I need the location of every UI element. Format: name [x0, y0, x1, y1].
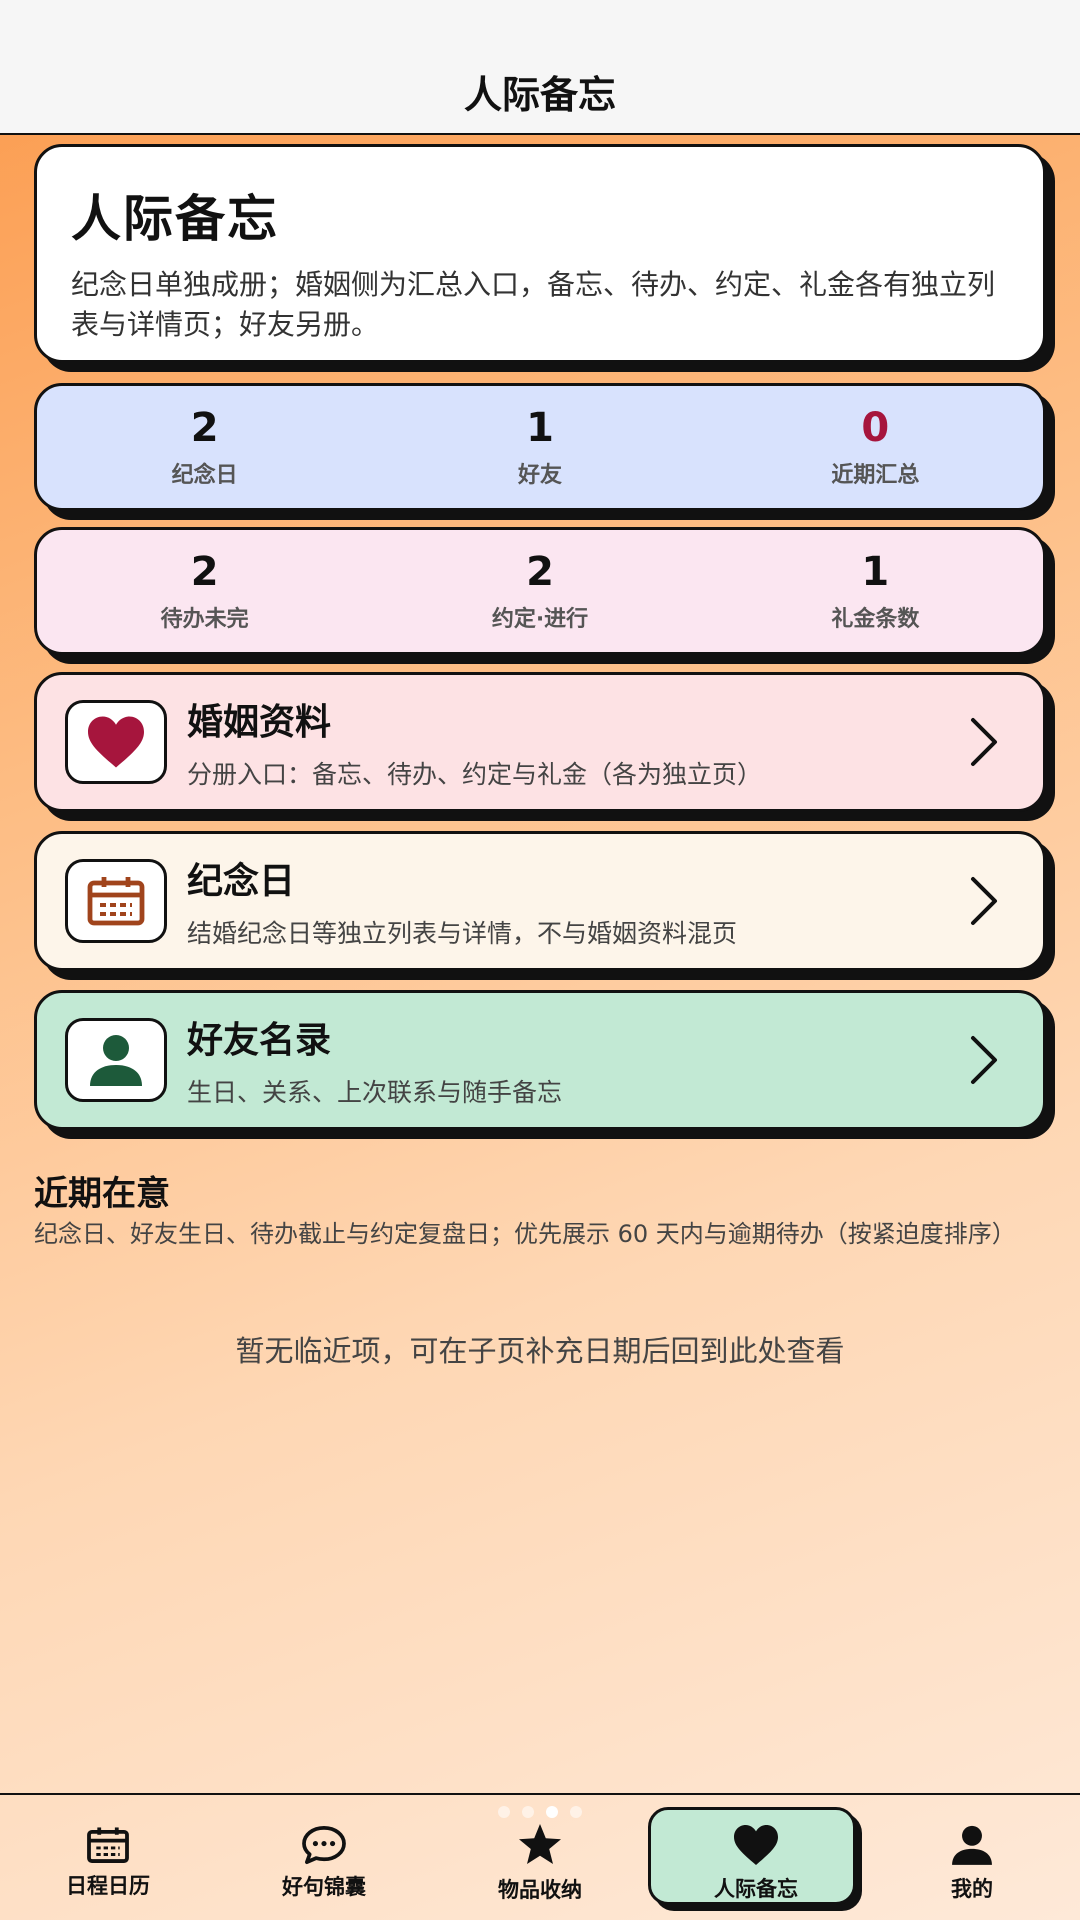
stat-label: 礼金条数: [831, 607, 920, 632]
nav-card-anniversaries[interactable]: 纪念日 结婚纪念日等独立列表与详情，不与婚姻资料混页: [34, 831, 1046, 971]
stat-agreements-active[interactable]: 2 约定·进行: [372, 549, 707, 633]
chat-bubble-icon: [302, 1825, 346, 1864]
stat-value: 2: [190, 549, 219, 595]
stat-recent-summary[interactable]: 0 近期汇总: [708, 405, 1043, 489]
calendar-icon: [65, 859, 167, 943]
nav-card-friends[interactable]: 好友名录 生日、关系、上次联系与随手备忘: [34, 990, 1046, 1130]
nav-card-subtitle: 分册入口：备忘、待办、约定与礼金（各为独立页）: [187, 760, 763, 789]
recent-section-title: 近期在意: [34, 1174, 170, 1214]
person-icon: [65, 1018, 167, 1102]
recent-section-description: 纪念日、好友生日、待办截止与约定复盘日；优先展示 60 天内与逾期待办（按紧迫度…: [34, 1220, 1016, 1248]
chevron-right-icon: [971, 1036, 997, 1084]
page-title: 人际备忘: [463, 73, 616, 117]
tab-quotes[interactable]: 好句锦囊: [216, 1795, 432, 1920]
stat-label: 约定·进行: [491, 607, 589, 632]
stat-value: 2: [190, 405, 219, 451]
intro-title: 人际备忘: [71, 190, 279, 248]
tab-label: 人际备忘: [714, 1876, 798, 1901]
top-bar: 人际备忘: [0, 0, 1080, 135]
stat-friends[interactable]: 1 好友: [372, 405, 707, 489]
heart-icon: [65, 700, 167, 784]
nav-card-title: 婚姻资料: [187, 702, 332, 743]
calendar-icon: [87, 1826, 129, 1863]
stat-value: 0: [861, 405, 890, 451]
bottom-tab-bar: 日程日历 好句锦囊 物品收纳 人际备忘 我的: [0, 1793, 1080, 1920]
tab-label: 物品收纳: [498, 1877, 582, 1902]
nav-card-subtitle: 结婚纪念日等独立列表与详情，不与婚姻资料混页: [187, 919, 738, 948]
stat-label: 好友: [517, 463, 562, 488]
star-icon: [519, 1823, 561, 1864]
nav-card-subtitle: 生日、关系、上次联系与随手备忘: [187, 1078, 563, 1107]
nav-card-title: 纪念日: [187, 861, 296, 902]
stat-todos-open[interactable]: 2 待办未完: [37, 549, 372, 633]
tab-label: 日程日历: [66, 1873, 150, 1898]
nav-card-marriage[interactable]: 婚姻资料 分册入口：备忘、待办、约定与礼金（各为独立页）: [34, 672, 1046, 812]
intro-description: 纪念日单独成册；婚姻侧为汇总入口，备忘、待办、约定、礼金各有独立列表与详情页；好…: [71, 268, 996, 341]
stats-card-secondary: 2 待办未完 2 约定·进行 1 礼金条数: [34, 527, 1046, 655]
chevron-right-icon: [971, 718, 997, 766]
tab-storage[interactable]: 物品收纳: [432, 1795, 648, 1920]
recent-empty-state: 暂无临近项，可在子页补充日期后回到此处查看: [235, 1334, 845, 1368]
stat-anniversaries[interactable]: 2 纪念日: [37, 405, 372, 489]
stat-value: 1: [526, 405, 554, 451]
stat-value: 2: [526, 549, 554, 595]
tab-label: 好句锦囊: [282, 1874, 366, 1899]
tab-label: 我的: [951, 1876, 993, 1901]
stat-label: 近期汇总: [831, 463, 920, 488]
stat-gift-money-count[interactable]: 1 礼金条数: [708, 549, 1043, 633]
chevron-right-icon: [971, 877, 997, 925]
tab-relationships[interactable]: 人际备忘: [648, 1795, 864, 1920]
stat-label: 纪念日: [171, 463, 238, 488]
nav-card-title: 好友名录: [187, 1020, 332, 1061]
stat-label: 待办未完: [160, 607, 249, 632]
stat-value: 1: [861, 549, 890, 595]
heart-icon: [734, 1824, 778, 1865]
intro-card: 人际备忘 纪念日单独成册；婚姻侧为汇总入口，备忘、待办、约定、礼金各有独立列表与…: [34, 144, 1046, 363]
stats-card-primary: 2 纪念日 1 好友 0 近期汇总: [34, 383, 1046, 511]
tab-profile[interactable]: 我的: [864, 1795, 1080, 1920]
tab-calendar[interactable]: 日程日历: [0, 1795, 216, 1920]
person-icon: [952, 1825, 992, 1865]
